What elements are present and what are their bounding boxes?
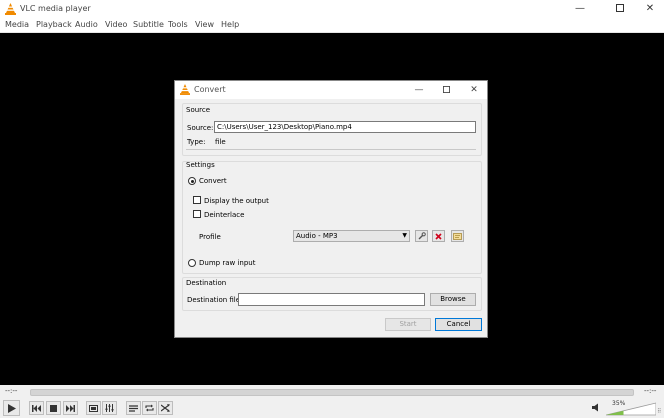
dialog-minimize-button[interactable]: —: [406, 82, 432, 98]
display-output-label[interactable]: Display the output: [204, 197, 269, 205]
profile-select[interactable]: Audio - MP3 ▼: [293, 230, 410, 242]
delete-x-icon: [435, 232, 442, 240]
next-icon: [66, 404, 75, 412]
shuffle-button[interactable]: [158, 401, 173, 415]
controls-row: 35% ⠿: [0, 399, 664, 418]
dialog-title-bar: Convert — ✕: [175, 81, 487, 99]
stop-button[interactable]: [46, 401, 61, 415]
volume-slider[interactable]: [606, 402, 656, 416]
maximize-button[interactable]: [606, 1, 634, 17]
destination-file-field[interactable]: [238, 293, 425, 306]
loop-icon: [145, 404, 154, 412]
previous-icon: [32, 404, 41, 412]
fullscreen-icon: [89, 404, 98, 412]
delete-profile-button[interactable]: [432, 230, 445, 242]
volume-mute-button[interactable]: [592, 403, 600, 414]
profile-label: Profile: [199, 233, 221, 241]
maximize-icon: [616, 4, 624, 12]
dialog-close-button[interactable]: ✕: [461, 82, 487, 98]
playlist-button[interactable]: [126, 401, 141, 415]
type-label: Type:: [187, 138, 206, 146]
source-separator: [186, 149, 476, 150]
title-bar: VLC media player — ✕: [0, 0, 664, 18]
edit-profile-button[interactable]: [415, 230, 428, 242]
seek-slider[interactable]: [30, 389, 634, 396]
seek-row: --:-- --:--: [0, 385, 664, 399]
play-button[interactable]: [3, 400, 20, 416]
profile-select-value: Audio - MP3: [296, 232, 338, 240]
dump-raw-radio[interactable]: [188, 259, 196, 267]
destination-file-label: Destination file:: [187, 296, 243, 304]
convert-dialog: Convert — ✕ Source Source: C:\Users\User…: [174, 80, 488, 338]
play-icon: [7, 403, 16, 413]
extended-settings-button[interactable]: [102, 401, 117, 415]
dialog-maximize-button[interactable]: [433, 82, 459, 98]
dump-raw-label[interactable]: Dump raw input: [199, 259, 255, 267]
convert-radio[interactable]: [188, 177, 196, 185]
menu-audio[interactable]: Audio: [75, 20, 98, 29]
vlc-cone-icon: [180, 84, 190, 97]
next-button[interactable]: [63, 401, 78, 415]
destination-group-label: Destination: [186, 279, 227, 287]
playlist-icon: [129, 404, 138, 412]
stop-icon: [50, 404, 57, 412]
convert-radio-label[interactable]: Convert: [199, 177, 227, 185]
minimize-button[interactable]: —: [566, 1, 594, 17]
menu-media[interactable]: Media: [5, 20, 29, 29]
type-value: file: [215, 138, 226, 146]
close-icon: ✕: [470, 85, 478, 95]
vlc-cone-icon: [5, 3, 16, 17]
menu-tools[interactable]: Tools: [168, 20, 188, 29]
new-profile-button[interactable]: [451, 230, 464, 242]
browse-button[interactable]: Browse: [430, 293, 476, 306]
deinterlace-checkbox[interactable]: [193, 210, 201, 218]
loop-button[interactable]: [142, 401, 157, 415]
previous-button[interactable]: [29, 401, 44, 415]
dialog-title: Convert: [194, 85, 226, 94]
menu-help[interactable]: Help: [221, 20, 239, 29]
menu-bar: Media Playback Audio Video Subtitle Tool…: [0, 18, 664, 33]
start-button[interactable]: Start: [385, 318, 431, 331]
menu-playback[interactable]: Playback: [36, 20, 72, 29]
deinterlace-label[interactable]: Deinterlace: [204, 211, 244, 219]
close-button[interactable]: ✕: [636, 1, 664, 17]
menu-subtitle[interactable]: Subtitle: [133, 20, 164, 29]
cancel-button[interactable]: Cancel: [435, 318, 482, 331]
menu-view[interactable]: View: [195, 20, 214, 29]
menu-video[interactable]: Video: [105, 20, 127, 29]
window-title: VLC media player: [20, 4, 91, 13]
equalizer-icon: [105, 404, 114, 412]
source-path-field[interactable]: C:\Users\User_123\Desktop\Piano.mp4: [214, 121, 476, 133]
shuffle-icon: [161, 404, 170, 412]
fullscreen-button[interactable]: [86, 401, 101, 415]
source-label: Source:: [187, 124, 214, 132]
close-icon: ✕: [645, 3, 655, 14]
minimize-icon: —: [414, 85, 424, 95]
new-profile-icon: [453, 232, 462, 240]
resize-grip-icon: ⠿: [657, 408, 662, 415]
chevron-down-icon: ▼: [402, 232, 407, 239]
minimize-icon: —: [575, 3, 585, 14]
wrench-icon: [418, 232, 426, 240]
maximize-icon: [442, 86, 450, 93]
source-group-label: Source: [186, 106, 211, 114]
elapsed-time: --:--: [5, 387, 18, 395]
settings-group-label: Settings: [186, 161, 215, 169]
total-time: --:--: [644, 387, 657, 395]
speaker-icon: [592, 403, 598, 412]
display-output-checkbox[interactable]: [193, 196, 201, 204]
